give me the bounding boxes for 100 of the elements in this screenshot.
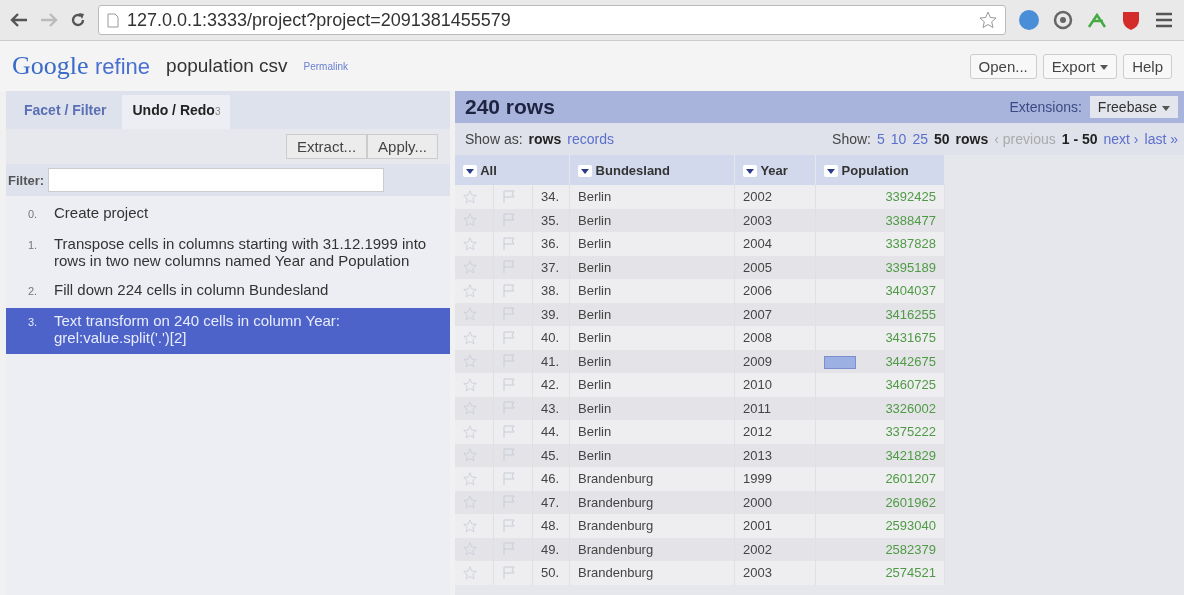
action-button[interactable]: Extract... bbox=[285, 134, 368, 159]
table-cell: Brandenburg bbox=[569, 467, 735, 491]
history-item[interactable]: 3. Text transform on 240 cells in column Year: grel:value.split('.')[2] bbox=[6, 308, 450, 354]
table-cell: 3326002 bbox=[885, 400, 936, 416]
sync-icon[interactable] bbox=[1052, 9, 1074, 31]
dropdown-icon[interactable] bbox=[743, 165, 757, 178]
star-icon[interactable] bbox=[463, 213, 477, 228]
flag-icon[interactable] bbox=[502, 189, 516, 204]
dropdown-icon[interactable] bbox=[578, 165, 592, 178]
flag-icon[interactable] bbox=[502, 260, 516, 275]
header-button[interactable]: Open... bbox=[969, 53, 1037, 79]
star-icon[interactable] bbox=[463, 542, 477, 557]
flag-icon[interactable] bbox=[502, 471, 516, 486]
flag-icon[interactable] bbox=[502, 495, 516, 510]
star-icon[interactable] bbox=[463, 307, 477, 322]
table-cell: 3421829 bbox=[885, 447, 936, 463]
star-icon[interactable] bbox=[463, 354, 477, 369]
logo[interactable]: Google refine bbox=[12, 51, 151, 81]
flag-icon[interactable] bbox=[502, 565, 516, 580]
table-cell: 2004 bbox=[734, 232, 816, 256]
table-cell: 3404037 bbox=[885, 283, 936, 299]
star-icon[interactable] bbox=[463, 189, 477, 204]
star-icon[interactable] bbox=[979, 11, 997, 29]
dropdown-icon[interactable] bbox=[824, 165, 838, 178]
show-label: Show: bbox=[832, 131, 871, 147]
page-icon bbox=[107, 12, 119, 28]
menu-icon[interactable] bbox=[1154, 11, 1174, 29]
star-icon[interactable] bbox=[463, 495, 477, 510]
extension-menu[interactable]: Freebase bbox=[1089, 96, 1178, 118]
table-cell: Berlin bbox=[569, 396, 735, 420]
shield-icon[interactable] bbox=[1120, 9, 1142, 31]
panel-tab[interactable]: Facet / Filter bbox=[14, 95, 117, 129]
table-cell: Brandenburg bbox=[569, 514, 735, 538]
page-size-link[interactable]: 10 bbox=[890, 131, 907, 147]
last-link[interactable]: last » bbox=[1144, 131, 1178, 147]
back-icon[interactable] bbox=[10, 13, 28, 27]
column-header[interactable]: Year bbox=[734, 155, 816, 185]
history-item[interactable]: 2. Fill down 224 cells in column Bundesland bbox=[6, 277, 450, 308]
flag-icon[interactable] bbox=[502, 542, 516, 557]
flag-icon[interactable] bbox=[502, 354, 516, 369]
flag-icon[interactable] bbox=[502, 213, 516, 228]
star-icon[interactable] bbox=[463, 518, 477, 533]
action-button[interactable]: Apply... bbox=[367, 134, 438, 159]
filter-field[interactable] bbox=[48, 168, 385, 192]
star-icon[interactable] bbox=[463, 424, 477, 439]
star-icon[interactable] bbox=[463, 260, 477, 275]
flag-icon[interactable] bbox=[502, 424, 516, 439]
table-cell: 3442675 bbox=[885, 353, 936, 369]
row-number: 40. bbox=[532, 326, 570, 350]
page-size-link[interactable]: 5 bbox=[877, 131, 885, 147]
row-number: 42. bbox=[532, 373, 570, 397]
column-header[interactable]: Population bbox=[815, 155, 945, 185]
history-item[interactable]: 0. Create project bbox=[6, 200, 450, 231]
row-number: 38. bbox=[532, 279, 570, 303]
extension-icon[interactable] bbox=[1018, 9, 1040, 31]
reload-icon[interactable] bbox=[70, 12, 86, 28]
star-icon[interactable] bbox=[463, 283, 477, 298]
table-cell: 3388477 bbox=[885, 212, 936, 228]
header-button[interactable]: Export bbox=[1042, 53, 1118, 79]
star-icon[interactable] bbox=[463, 448, 477, 463]
permalink-link[interactable]: Permalink bbox=[303, 60, 349, 72]
flag-icon[interactable] bbox=[502, 307, 516, 322]
page-size-link[interactable]: 25 bbox=[912, 131, 928, 147]
table-cell: Berlin bbox=[569, 302, 735, 326]
star-icon[interactable] bbox=[463, 565, 477, 580]
flag-icon[interactable] bbox=[502, 518, 516, 533]
star-icon[interactable] bbox=[463, 377, 477, 392]
table-cell: 1999 bbox=[734, 467, 816, 491]
view-mode-link[interactable]: rows bbox=[528, 131, 562, 147]
flag-icon[interactable] bbox=[502, 283, 516, 298]
flag-icon[interactable] bbox=[502, 448, 516, 463]
star-icon[interactable] bbox=[463, 471, 477, 486]
panel-tab[interactable]: Undo / Redo3 bbox=[122, 95, 231, 129]
table-cell: 2601962 bbox=[885, 494, 936, 510]
edit-button[interactable] bbox=[824, 355, 856, 369]
page-size-link[interactable]: 50 bbox=[933, 131, 950, 147]
row-number: 50. bbox=[532, 561, 570, 585]
dropdown-icon[interactable] bbox=[463, 165, 477, 178]
flag-icon[interactable] bbox=[502, 401, 516, 416]
flag-icon[interactable] bbox=[502, 236, 516, 251]
star-icon[interactable] bbox=[463, 401, 477, 416]
column-header[interactable]: Bundesland bbox=[569, 155, 735, 185]
star-icon[interactable] bbox=[463, 236, 477, 251]
table-cell: Brandenburg bbox=[569, 537, 735, 561]
caret-icon bbox=[1162, 105, 1170, 111]
history-item[interactable]: 1. Transpose cells in columns starting with 31.12.1999 into rows in two new columns named Year and Population bbox=[6, 231, 450, 277]
extensions-label: Extensions: bbox=[1009, 99, 1082, 115]
table-cell: 2593040 bbox=[885, 518, 936, 534]
table-cell: 3431675 bbox=[885, 330, 936, 346]
address-bar[interactable]: 127.0.0.1:3333/project?project=2091381455579 bbox=[98, 5, 1006, 35]
table-cell: 2006 bbox=[734, 279, 816, 303]
column-header[interactable]: All bbox=[455, 155, 570, 185]
flag-icon[interactable] bbox=[502, 330, 516, 345]
flag-icon[interactable] bbox=[502, 377, 516, 392]
next-link[interactable]: next › bbox=[1103, 131, 1139, 147]
star-icon[interactable] bbox=[463, 330, 477, 345]
forward-icon[interactable] bbox=[40, 13, 58, 27]
table-cell: 3416255 bbox=[885, 306, 936, 322]
header-button[interactable]: Help bbox=[1123, 53, 1172, 79]
view-mode-link[interactable]: records bbox=[567, 131, 614, 147]
